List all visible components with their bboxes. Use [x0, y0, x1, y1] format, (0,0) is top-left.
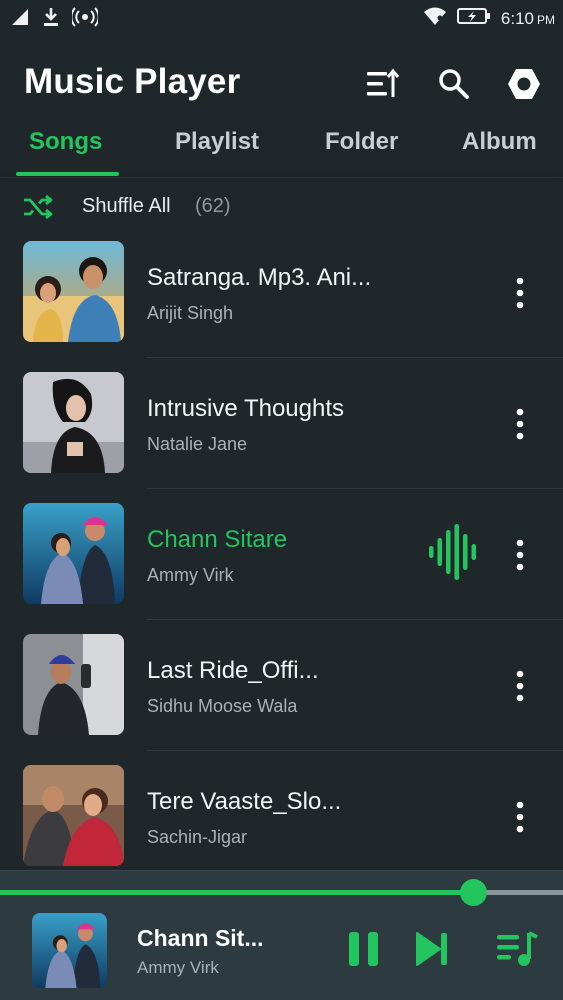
wifi-icon	[423, 6, 447, 31]
song-artist: Arijit Singh	[147, 303, 234, 323]
album-art	[23, 372, 124, 473]
more-options-icon[interactable]	[508, 538, 532, 572]
row-divider	[147, 488, 563, 489]
search-icon[interactable]	[436, 66, 472, 102]
now-playing-album-art	[32, 913, 107, 988]
signal-icon	[10, 7, 30, 32]
settings-icon[interactable]	[506, 66, 542, 102]
active-tab-indicator	[16, 172, 119, 176]
now-playing-artist: Ammy Virk	[137, 958, 219, 977]
pause-button[interactable]	[344, 929, 384, 969]
album-art	[23, 241, 124, 342]
clock-ampm: PM	[537, 12, 555, 27]
tab-folder[interactable]: Folder	[325, 128, 398, 156]
row-divider	[147, 619, 563, 620]
album-art	[23, 765, 124, 866]
status-bar: 6:10 PM	[0, 0, 563, 36]
song-title: Last Ride_Offi...	[147, 657, 319, 684]
now-playing-equalizer-icon	[427, 524, 479, 580]
row-divider	[147, 750, 563, 751]
album-art	[23, 634, 124, 735]
more-options-icon[interactable]	[508, 276, 532, 310]
tab-songs[interactable]: Songs	[29, 128, 102, 156]
battery-charging-icon	[456, 7, 491, 30]
now-playing-title: Chann Sit...	[137, 925, 264, 951]
progress-handle[interactable]	[460, 879, 487, 906]
tab-album[interactable]: Album	[462, 128, 537, 156]
download-icon	[42, 6, 60, 33]
more-options-icon[interactable]	[508, 800, 532, 834]
queue-icon[interactable]	[495, 929, 538, 969]
song-title: Chann Sitare	[147, 526, 288, 553]
sort-icon[interactable]	[364, 66, 400, 102]
tab-playlist[interactable]: Playlist	[175, 128, 259, 156]
clock: 6:10 PM	[501, 9, 555, 29]
list-item[interactable]: Chann Sitare Ammy Virk	[0, 498, 563, 629]
tabs-divider	[0, 177, 563, 178]
row-divider	[147, 357, 563, 358]
shuffle-all-button[interactable]: Shuffle All (62)	[0, 185, 563, 229]
next-track-button[interactable]	[413, 929, 453, 969]
clock-time: 6:10	[500, 8, 534, 28]
song-count: (62)	[195, 195, 231, 217]
tab-bar: Songs Playlist Folder Album	[0, 122, 563, 178]
song-title: Tere Vaaste_Slo...	[147, 788, 342, 815]
list-item[interactable]: Intrusive Thoughts Natalie Jane	[0, 367, 563, 498]
album-art	[23, 503, 124, 604]
progress-fill	[0, 890, 473, 895]
shuffle-label: Shuffle All	[82, 195, 171, 217]
more-options-icon[interactable]	[508, 407, 532, 441]
hotspot-icon	[70, 6, 100, 33]
list-item[interactable]: Satranga. Mp3. Ani... Arijit Singh	[0, 236, 563, 367]
song-title: Intrusive Thoughts	[147, 395, 345, 422]
song-artist: Natalie Jane	[147, 434, 248, 454]
more-options-icon[interactable]	[508, 669, 532, 703]
song-title: Satranga. Mp3. Ani...	[147, 264, 372, 291]
shuffle-icon	[22, 193, 54, 226]
app-header: Music Player	[0, 36, 563, 136]
mini-player[interactable]: Chann Sit... Ammy Virk	[0, 870, 563, 1000]
song-artist: Sachin-Jigar	[147, 827, 248, 847]
page-title: Music Player	[24, 62, 241, 101]
song-artist: Sidhu Moose Wala	[147, 696, 298, 716]
list-item[interactable]: Last Ride_Offi... Sidhu Moose Wala	[0, 629, 563, 760]
song-artist: Ammy Virk	[147, 565, 234, 585]
